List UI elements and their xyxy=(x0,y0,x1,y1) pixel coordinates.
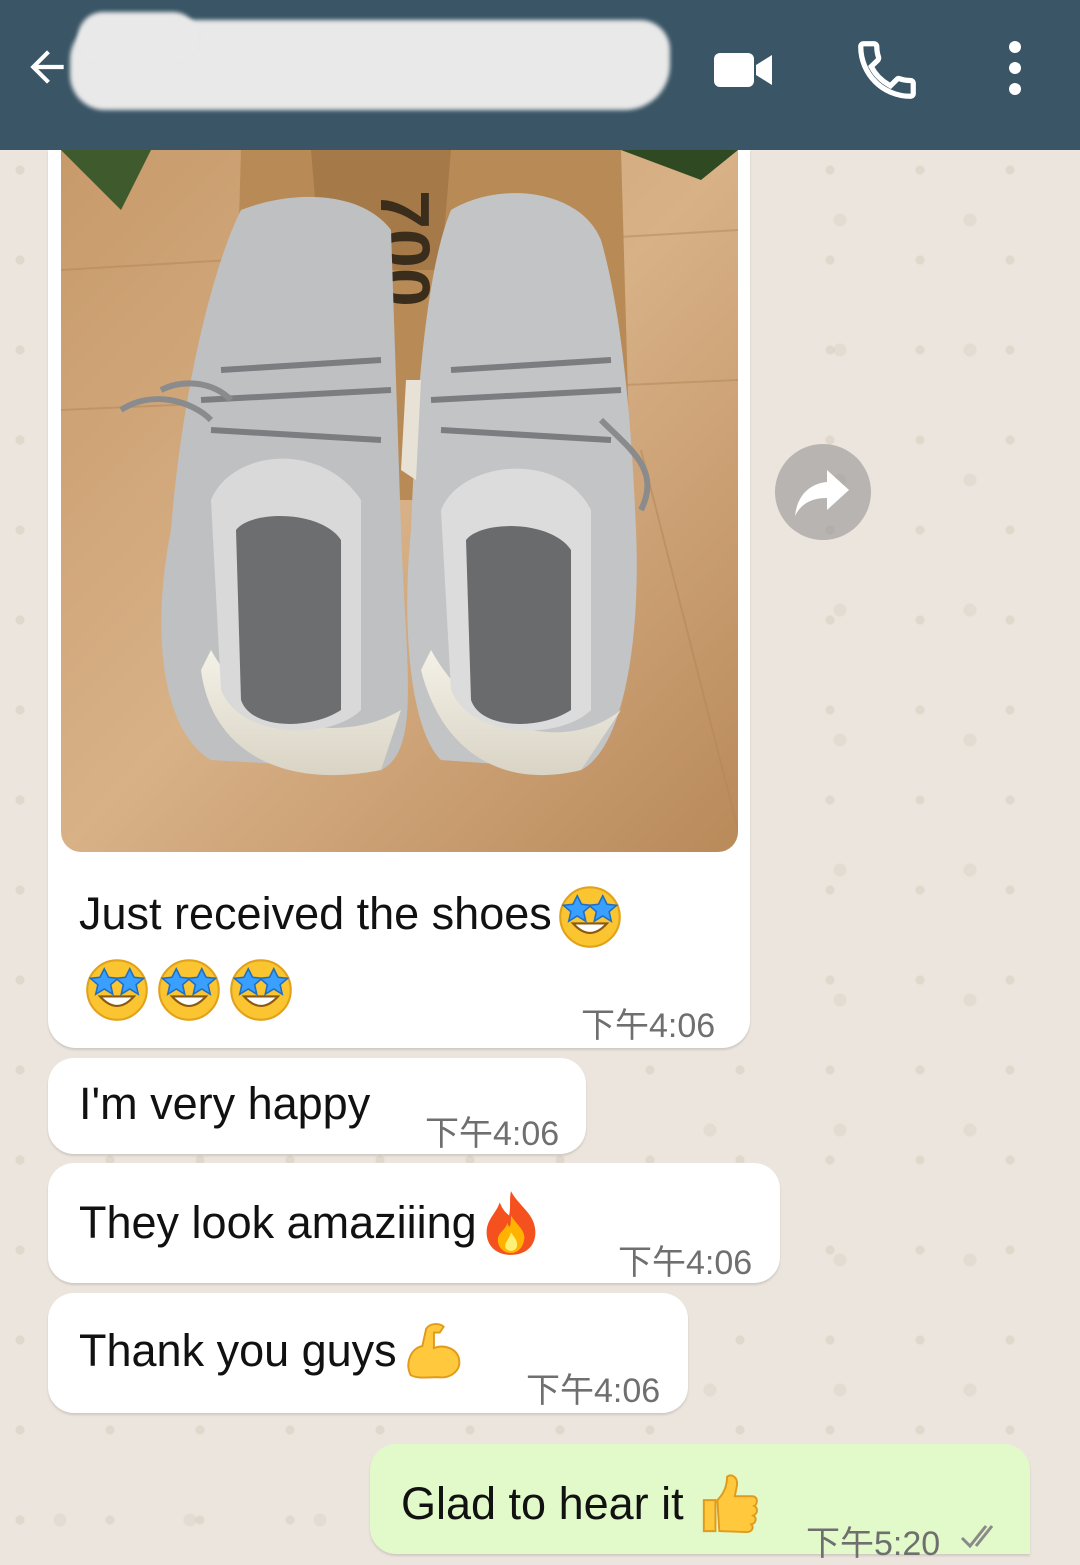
star-struck-emoji-icon xyxy=(227,956,295,1024)
message-text: I'm very happy xyxy=(79,1078,371,1129)
redacted-avatar xyxy=(78,12,198,62)
image-message-bubble[interactable]: 700 Just received the shoes 下午4:06 xyxy=(48,150,750,1048)
video-call-icon[interactable] xyxy=(708,35,778,105)
message-text: Glad to hear it xyxy=(401,1474,760,1536)
thumbs-up-emoji-icon xyxy=(698,1470,760,1536)
star-struck-emoji-icon xyxy=(155,956,223,1024)
phone-icon[interactable] xyxy=(852,35,922,105)
fire-emoji-icon xyxy=(481,1189,541,1257)
chat-header xyxy=(0,0,1080,150)
shoe-photo[interactable]: 700 xyxy=(61,150,738,852)
incoming-message-bubble[interactable]: Thank you guys 下午4:06 xyxy=(48,1293,688,1413)
more-vert-icon[interactable] xyxy=(980,35,1050,105)
message-time: 下午4:06 xyxy=(526,1372,661,1410)
caption-text: Just received the shoes xyxy=(79,888,552,939)
message-time: 下午4:06 xyxy=(618,1244,753,1282)
read-receipt-check-icon xyxy=(960,1525,994,1549)
message-time: 下午4:06 xyxy=(425,1115,560,1153)
message-time: 下午5:20 xyxy=(806,1525,941,1563)
message-text: Thank you guys xyxy=(79,1323,463,1382)
message-text: They look amaziiing xyxy=(79,1191,541,1257)
star-struck-emoji-icon xyxy=(556,883,624,951)
outgoing-message-bubble[interactable]: Glad to hear it 下午5:20 xyxy=(370,1444,1030,1563)
forward-button[interactable] xyxy=(775,444,871,540)
incoming-message-bubble[interactable]: They look amaziiing 下午4:06 xyxy=(48,1163,780,1283)
message-time: 下午4:06 xyxy=(581,1007,716,1045)
back-arrow-icon[interactable] xyxy=(22,42,72,92)
incoming-message-bubble[interactable]: I'm very happy 下午4:06 xyxy=(48,1058,586,1154)
star-struck-emoji-icon xyxy=(83,956,151,1024)
forward-arrow-icon xyxy=(795,470,849,516)
flexed-biceps-emoji-icon xyxy=(401,1318,463,1382)
